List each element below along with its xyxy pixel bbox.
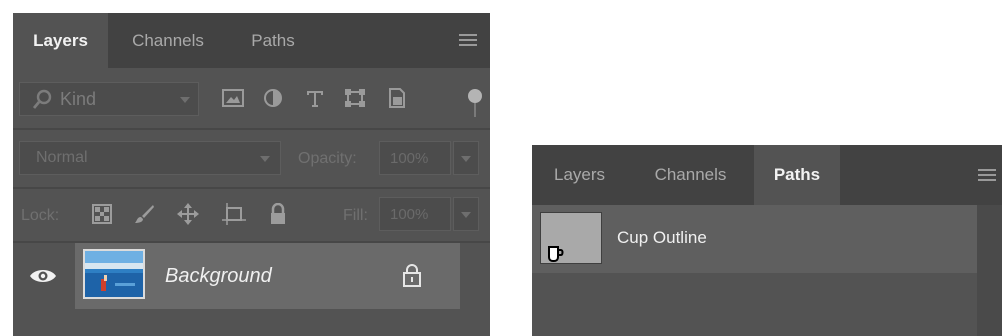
opacity-value: 100% (390, 149, 429, 167)
type-filter-icon[interactable] (303, 87, 327, 109)
filter-kind-select[interactable]: Kind (19, 82, 199, 116)
tab-paths[interactable]: Paths (754, 145, 840, 205)
search-icon (32, 89, 52, 109)
landscape-thumbnail-image (85, 251, 143, 297)
filter-toggle-icon[interactable] (468, 89, 482, 103)
tab-channels-label: Channels (654, 165, 727, 184)
tab-paths-label: Paths (773, 165, 821, 184)
tab-channels[interactable]: Channels (627, 145, 754, 205)
path-name[interactable]: Cup Outline (617, 228, 707, 248)
tab-layers-label: Layers (33, 30, 88, 50)
path-row[interactable]: Cup Outline (532, 205, 977, 273)
lock-all-icon[interactable] (265, 201, 291, 227)
blend-mode-value: Normal (36, 149, 88, 166)
lock-transparent-pixels-icon[interactable] (89, 201, 115, 227)
panel-menu-icon[interactable] (978, 169, 996, 181)
smart-object-filter-icon[interactable] (385, 87, 409, 109)
layer-name[interactable]: Background (165, 265, 272, 288)
tab-layers-label: Layers (553, 165, 606, 184)
padlock-icon[interactable] (401, 263, 423, 287)
filter-toggle-stem (474, 103, 476, 117)
scrollbar[interactable] (977, 205, 1002, 336)
filter-row: Kind (13, 71, 490, 129)
opacity-label: Opacity: (298, 150, 357, 167)
lock-row: Lock: Fill: 100% (13, 189, 490, 241)
chevron-down-icon (180, 97, 190, 103)
opacity-input[interactable]: 100% (379, 141, 451, 175)
tab-layers[interactable]: Layers (532, 145, 627, 205)
tab-layers[interactable]: Layers (13, 13, 108, 68)
chevron-down-icon (461, 156, 471, 162)
image-filter-icon[interactable] (221, 87, 245, 109)
tab-paths[interactable]: Paths (228, 13, 318, 68)
filter-kind-label: Kind (60, 88, 97, 109)
panel-tab-bar: Layers Channels Paths (532, 145, 1002, 205)
adjustment-filter-icon[interactable] (261, 87, 285, 109)
tab-paths-label: Paths (251, 30, 295, 50)
path-thumbnail (540, 212, 602, 264)
lock-label: Lock: (21, 207, 60, 224)
lock-artboard-icon[interactable] (221, 201, 247, 227)
tab-channels-label: Channels (132, 30, 204, 50)
fill-value: 100% (390, 205, 429, 223)
panel-menu-icon[interactable] (459, 34, 477, 46)
panel-tab-bar: Layers Channels Paths (13, 13, 490, 68)
lock-image-pixels-icon[interactable] (131, 201, 157, 227)
fill-input[interactable]: 100% (379, 197, 451, 231)
lock-position-icon[interactable] (175, 201, 201, 227)
paths-panel: Layers Channels Paths Cup Outline (532, 145, 1002, 336)
opacity-dropdown[interactable] (453, 141, 479, 175)
cup-outline-icon (548, 246, 564, 262)
shape-filter-icon[interactable] (343, 87, 367, 109)
visibility-eye-icon[interactable] (23, 261, 63, 291)
fill-dropdown[interactable] (453, 197, 479, 231)
fill-label: Fill: (343, 207, 368, 224)
tab-channels[interactable]: Channels (108, 13, 228, 68)
blend-mode-select[interactable]: Normal (19, 141, 281, 175)
blend-row: Normal Opacity: 100% (13, 130, 490, 188)
layers-panel: Layers Channels Paths Kind Normal Opacit… (13, 13, 490, 336)
chevron-down-icon (260, 156, 270, 162)
layer-row[interactable]: Background (75, 243, 460, 309)
chevron-down-icon (461, 212, 471, 218)
layer-thumbnail (83, 249, 145, 299)
